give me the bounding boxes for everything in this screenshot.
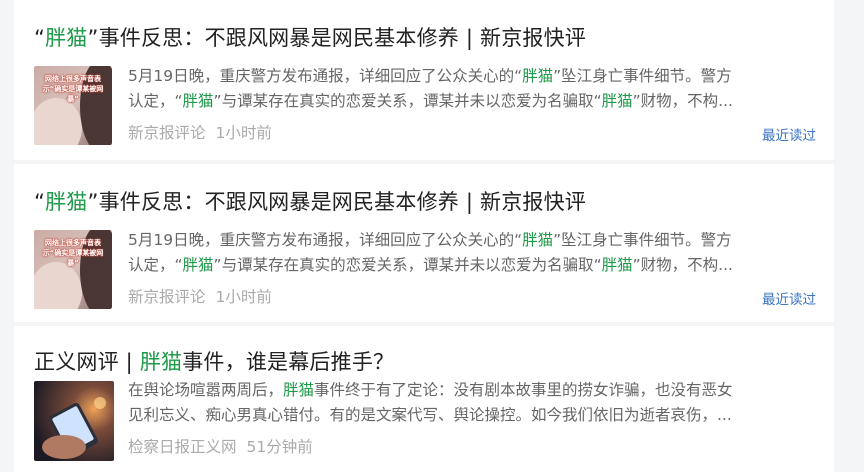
summary-text: ”财物，不构...	[632, 92, 733, 110]
title-text: “	[34, 26, 46, 50]
summary-text: ”坠江身亡事件细节。警方	[553, 67, 732, 85]
recently-read-link[interactable]: 最近读过	[762, 124, 816, 144]
title-keyword: 胖猫	[139, 350, 183, 374]
result-thumbnail[interactable]: 网络上很多声音表示“确实是谭某被网暴”	[34, 230, 112, 309]
summary-keyword: 胖猫	[522, 231, 554, 249]
phone-in-hand-thumbnail-icon	[34, 381, 114, 461]
result-meta: 新京报评论 1小时前	[128, 121, 272, 143]
title-text: 事件，谁是幕后推手？	[182, 350, 395, 374]
result-summary: 5月19日晚，重庆警方发布通报，详细回应了公众关心的“胖猫”坠江身亡事件细节。警…	[128, 228, 818, 278]
summary-text: 认定，“	[128, 256, 183, 274]
thumbnail-caption: 网络上很多声音表示“确实是谭某被网暴”	[42, 75, 104, 103]
summary-keyword: 胖猫	[522, 67, 554, 85]
source-name[interactable]: 新京报评论	[128, 124, 206, 142]
recently-read-link[interactable]: 最近读过	[762, 288, 816, 308]
summary-text: 5月19日晚，重庆警方发布通报，详细回应了公众关心的“	[128, 67, 523, 85]
summary-keyword: 胖猫	[182, 256, 214, 274]
result-thumbnail[interactable]	[34, 381, 114, 461]
title-text: 正义网评 |	[34, 350, 140, 374]
title-text: “	[34, 190, 46, 214]
result-thumbnail[interactable]: 网络上很多声音表示“确实是谭某被网暴”	[34, 66, 112, 145]
publish-time: 1小时前	[215, 288, 272, 306]
summary-text: 5月19日晚，重庆警方发布通报，详细回应了公众关心的“	[128, 231, 523, 249]
title-text: ”事件反思：不跟风网暴是网民基本修养 | 新京报快评	[87, 190, 587, 214]
search-result-card[interactable]: “胖猫”事件反思：不跟风网暴是网民基本修养 | 新京报快评 网络上很多声音表示“…	[14, 0, 834, 160]
summary-text: 见利忘义、痴心男真心错付。有的是文案代写、舆论操控。如今我们依旧为逝者哀伤，..…	[128, 406, 732, 424]
thumbnail-caption: 网络上很多声音表示“确实是谭某被网暴”	[42, 239, 104, 267]
result-title[interactable]: “胖猫”事件反思：不跟风网暴是网民基本修养 | 新京报快评	[34, 22, 586, 52]
summary-text: 在舆论场喧嚣两周后，	[128, 381, 284, 399]
summary-text: 事件终于有了定论：没有剧本故事里的捞女诈骗，也没有恶女	[314, 381, 733, 399]
result-summary: 5月19日晚，重庆警方发布通报，详细回应了公众关心的“胖猫”坠江身亡事件细节。警…	[128, 64, 818, 114]
summary-keyword: 胖猫	[283, 381, 315, 399]
title-keyword: 胖猫	[45, 190, 88, 214]
summary-text: ”与谭某存在真实的恋爱关系，谭某并未以恋爱为名骗取“	[213, 256, 602, 274]
source-name[interactable]: 检察日报正义网	[128, 438, 237, 456]
title-text: ”事件反思：不跟风网暴是网民基本修养 | 新京报快评	[87, 26, 587, 50]
result-title[interactable]: “胖猫”事件反思：不跟风网暴是网民基本修养 | 新京报快评	[34, 186, 586, 216]
source-name[interactable]: 新京报评论	[128, 288, 206, 306]
result-summary: 在舆论场喧嚣两周后，胖猫事件终于有了定论：没有剧本故事里的捞女诈骗，也没有恶女 …	[128, 378, 818, 428]
summary-text: ”与谭某存在真实的恋爱关系，谭某并未以恋爱为名骗取“	[213, 92, 602, 110]
title-keyword: 胖猫	[45, 26, 88, 50]
summary-keyword: 胖猫	[601, 92, 633, 110]
result-meta: 新京报评论 1小时前	[128, 285, 272, 307]
publish-time: 1小时前	[215, 124, 272, 142]
result-meta: 检察日报正义网 51分钟前	[128, 435, 313, 457]
search-result-card[interactable]: 正义网评 | 胖猫事件，谁是幕后推手？ 在舆论场喧嚣两周后，胖猫事件终于有了定论…	[14, 326, 834, 472]
summary-keyword: 胖猫	[182, 92, 214, 110]
result-title[interactable]: 正义网评 | 胖猫事件，谁是幕后推手？	[34, 346, 394, 376]
publish-time: 51分钟前	[246, 438, 313, 456]
summary-text: ”坠江身亡事件细节。警方	[553, 231, 732, 249]
summary-text: ”财物，不构...	[632, 256, 733, 274]
search-result-card[interactable]: “胖猫”事件反思：不跟风网暴是网民基本修养 | 新京报快评 网络上很多声音表示“…	[14, 164, 834, 322]
summary-text: 认定，“	[128, 92, 183, 110]
summary-keyword: 胖猫	[601, 256, 633, 274]
